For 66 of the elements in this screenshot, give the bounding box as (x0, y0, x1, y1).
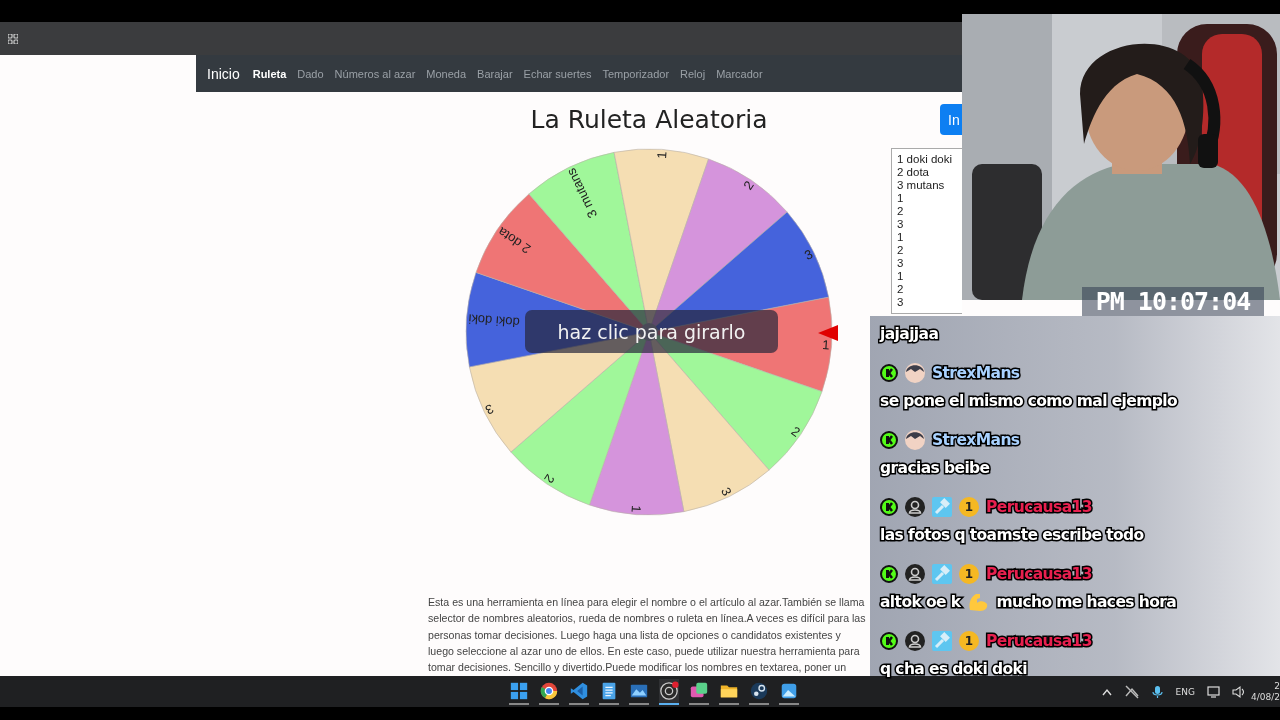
date-text[interactable]: 4/08/2 (1251, 691, 1280, 703)
pointer-icon (818, 325, 838, 341)
time-text[interactable]: 2 (1274, 680, 1280, 692)
platform-badge-icon (880, 632, 898, 650)
nav-link[interactable]: Reloj (680, 67, 706, 80)
nav-link[interactable]: Temporizador (602, 67, 670, 80)
clock-overlay: PM 10:07:04 (1082, 287, 1264, 316)
nav-link[interactable]: Moneda (426, 67, 467, 80)
nav-link[interactable]: Números al azar (334, 67, 416, 80)
wheel-label: 1 (628, 504, 644, 514)
platform-badge-icon (880, 565, 898, 583)
wheel-label: 2 (740, 178, 757, 193)
platform-badge-icon (880, 364, 898, 382)
wheel-label: 3 (482, 401, 496, 418)
nav-link[interactable]: Marcador (716, 67, 763, 80)
chat-message: altok oe k (880, 593, 961, 611)
grid-icon[interactable] (8, 33, 18, 44)
start-button[interactable]: In (940, 104, 962, 135)
wheel-label: 2 (788, 423, 803, 440)
hammer-icon (932, 564, 952, 584)
record-icon (659, 680, 679, 701)
chat-username: StrexMans (932, 431, 1020, 449)
chat-message: q cha es doki doki (880, 660, 1028, 678)
chat-message: se pone el mismo como mal ejemplo (880, 392, 1178, 410)
nav-link[interactable]: Barajar (477, 67, 513, 80)
spin-hint[interactable]: haz clic para girarlo (525, 310, 778, 353)
chat-message: las fotos q toamste escribe todo (880, 526, 1144, 544)
chat-username: Perucausa13 (986, 632, 1092, 650)
brand-link[interactable]: Inicio (207, 65, 240, 82)
user-icon (905, 564, 925, 584)
chat-username: Perucausa13 (986, 565, 1092, 583)
nav-link[interactable]: Ruleta (252, 67, 287, 80)
chat-message: gracias beibe (880, 459, 990, 477)
display-icon[interactable] (1207, 684, 1220, 699)
wheel-label: 1 (821, 337, 831, 353)
speaker-icon[interactable] (1232, 684, 1246, 699)
user-icon (905, 497, 925, 517)
wheel-label: 2 dota (495, 224, 534, 257)
chat-message: mucho me haces hora (996, 593, 1177, 611)
code-editor-icon (569, 680, 589, 701)
chat-username: StrexMans (932, 364, 1020, 382)
microphone-icon[interactable] (1150, 684, 1164, 699)
wheel-label: doki doki (467, 311, 521, 330)
description-paragraph: Esta es una herramienta en línea para elegir el nombre o el artículo al azar.También se llama selector de nombres aleatorios, rueda de nombres o ruleta en línea.A veces es difícil para las personas tomar decisiones. Luego haga una lista de opciones o candidatos existentes y luego seleccione al azar uno de ellos. En este caso, puede utilizar nuestra herramienta para tomar decisiones. Sencillo y divertido.Puede modificar los nombres en textarea, poner un (428, 595, 867, 676)
nav-link[interactable]: Echar suertes (523, 67, 592, 80)
windows-icon (509, 680, 529, 701)
page-title: La Ruleta Aleatoria (530, 104, 768, 135)
language-indicator[interactable]: ENG (1175, 686, 1195, 697)
chat-username: Perucausa13 (986, 498, 1092, 516)
avatar-icon (905, 363, 925, 383)
network-icon[interactable] (1124, 684, 1139, 699)
taskbar-app[interactable] (659, 678, 679, 705)
chat-message: jajajjaa (880, 325, 939, 343)
browser-icon (539, 680, 559, 701)
user-icon (905, 631, 925, 651)
wheel-label: 3 (718, 485, 735, 499)
wheel-label: 2 (541, 471, 558, 486)
wheel-label: 1 (654, 150, 670, 160)
hammer-icon (932, 631, 952, 651)
nav-link[interactable]: Dado (297, 67, 324, 80)
hammer-icon (932, 497, 952, 517)
platform-badge-icon (880, 498, 898, 516)
avatar-icon (905, 430, 925, 450)
wheel-label: 3 (802, 246, 816, 263)
names-textarea[interactable]: 1 doki doki 2 dota 3 mutans 1 2 3 1 2 3 1 2 3 (891, 148, 962, 314)
platform-badge-icon (880, 431, 898, 449)
